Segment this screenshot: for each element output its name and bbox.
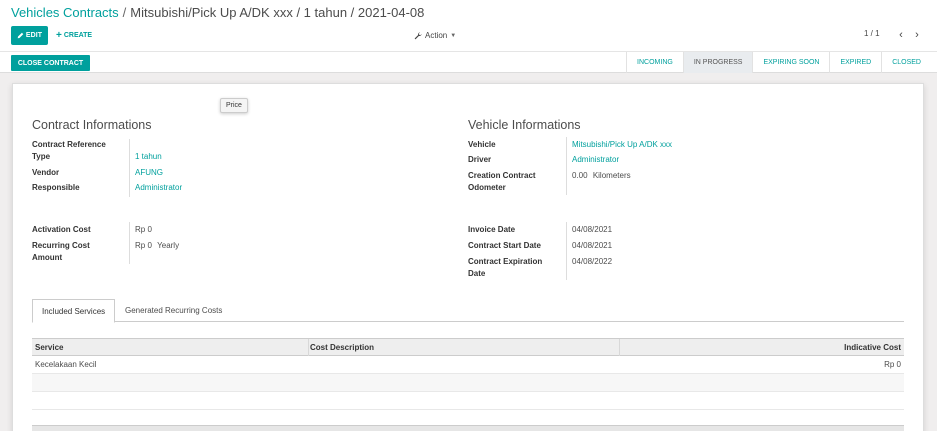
odometer-value: 0.00 Kilometers bbox=[572, 170, 631, 182]
service-cell: Kecelakaan Kecil bbox=[35, 360, 97, 369]
field-divider bbox=[566, 137, 567, 195]
odometer-amount: 0.00 bbox=[572, 171, 588, 180]
chevron-left-icon: ‹ bbox=[899, 29, 903, 41]
edit-button-label: EDIT bbox=[25, 32, 43, 39]
driver-label: Driver bbox=[468, 155, 492, 164]
activation-cost-label: Activation Cost bbox=[32, 225, 91, 234]
pager-value[interactable]: 1 / 1 bbox=[864, 29, 880, 38]
table-row[interactable]: Kecelakaan Kecil Rp 0 bbox=[32, 356, 904, 374]
contract-expiration-value: 04/08/2022 bbox=[572, 257, 613, 266]
table-footer bbox=[32, 425, 904, 431]
responsible-label: Responsible bbox=[32, 183, 80, 192]
field-divider bbox=[566, 222, 567, 280]
column-divider bbox=[619, 339, 620, 356]
driver-value[interactable]: Administrator bbox=[572, 154, 619, 166]
odometer-label: Creation Contract Odometer bbox=[468, 171, 536, 192]
recurring-cost-value: Rp 0 Yearly bbox=[135, 240, 179, 252]
invoice-date-label: Invoice Date bbox=[468, 225, 516, 234]
activation-cost-value: Rp 0 bbox=[135, 225, 152, 234]
services-table: Service Cost Description Indicative Cost… bbox=[32, 338, 904, 410]
breadcrumb: Vehicles Contracts / Mitsubishi/Pick Up A/… bbox=[11, 5, 424, 20]
vehicle-label: Vehicle bbox=[468, 140, 496, 149]
table-row-empty bbox=[32, 392, 904, 410]
stage-incoming[interactable]: INCOMING bbox=[626, 52, 683, 73]
close-contract-button[interactable]: CLOSE CONTRACT bbox=[11, 55, 90, 71]
breadcrumb-current: Mitsubishi/Pick Up A/DK xxx / 1 tahun / … bbox=[130, 5, 425, 20]
responsible-value[interactable]: Administrator bbox=[135, 182, 182, 194]
column-header-indicative-cost[interactable]: Indicative Cost bbox=[844, 339, 901, 356]
contract-start-value: 04/08/2021 bbox=[572, 241, 613, 250]
indicative-cost-cell: Rp 0 bbox=[884, 360, 901, 369]
control-panel: Vehicles Contracts / Mitsubishi/Pick Up A/… bbox=[0, 0, 937, 52]
field-divider bbox=[129, 222, 130, 264]
contract-type-label: Contract Reference Type bbox=[32, 140, 106, 161]
table-header: Service Cost Description Indicative Cost bbox=[32, 338, 904, 356]
contract-type-value[interactable]: 1 tahun bbox=[135, 151, 162, 163]
price-tooltip: Price bbox=[220, 98, 248, 113]
recurring-cost-label: Recurring Cost Amount bbox=[32, 241, 90, 262]
odometer-unit: Kilometers bbox=[592, 171, 631, 180]
contract-expiration-label: Contract Expiration Date bbox=[468, 257, 543, 278]
pencil-icon bbox=[17, 32, 24, 39]
action-dropdown-label: Action bbox=[425, 31, 448, 40]
column-header-service[interactable]: Service bbox=[35, 339, 63, 356]
recurring-cost-amount: Rp 0 bbox=[135, 241, 152, 250]
chevron-right-icon: › bbox=[915, 29, 919, 41]
stage-in-progress[interactable]: IN PROGRESS bbox=[682, 52, 753, 73]
column-divider bbox=[308, 339, 309, 356]
statusbar: CLOSE CONTRACT INCOMING IN PROGRESS EXPI… bbox=[0, 52, 937, 73]
field-divider bbox=[129, 139, 130, 197]
tab-included-services[interactable]: Included Services bbox=[32, 299, 116, 323]
stage-pipeline: INCOMING IN PROGRESS EXPIRING SOON EXPIR… bbox=[626, 52, 931, 73]
stage-closed[interactable]: CLOSED bbox=[881, 52, 931, 73]
vendor-value[interactable]: AFUNG bbox=[135, 167, 163, 179]
caret-down-icon: ▼ bbox=[450, 32, 457, 39]
action-dropdown[interactable]: Action ▼ bbox=[414, 29, 456, 42]
create-button[interactable]: + CREATE bbox=[56, 29, 92, 42]
edit-button[interactable]: EDIT bbox=[11, 26, 48, 45]
pager-previous-button[interactable]: ‹ bbox=[894, 27, 908, 43]
notebook-tabs: Included Services Generated Recurring Co… bbox=[32, 299, 904, 323]
invoice-date-value: 04/08/2021 bbox=[572, 225, 613, 234]
contract-start-label: Contract Start Date bbox=[468, 241, 541, 250]
wrench-icon bbox=[414, 31, 422, 39]
breadcrumb-separator: / bbox=[122, 5, 127, 20]
create-button-label: CREATE bbox=[63, 32, 93, 39]
table-row-empty bbox=[32, 374, 904, 392]
plus-icon: + bbox=[56, 29, 62, 41]
breadcrumb-parent-link[interactable]: Vehicles Contracts bbox=[11, 5, 119, 20]
stage-expiring-soon[interactable]: EXPIRING SOON bbox=[752, 52, 829, 73]
pager-next-button[interactable]: › bbox=[910, 27, 924, 43]
tab-generated-recurring-costs[interactable]: Generated Recurring Costs bbox=[116, 299, 231, 322]
recurring-cost-period: Yearly bbox=[157, 241, 180, 250]
contract-group-title: Contract Informations bbox=[32, 118, 152, 132]
stage-expired[interactable]: EXPIRED bbox=[829, 52, 881, 73]
vendor-label: Vendor bbox=[32, 168, 60, 177]
vehicle-value[interactable]: Mitsubishi/Pick Up A/DK xxx bbox=[572, 139, 672, 151]
column-header-cost-description[interactable]: Cost Description bbox=[310, 339, 374, 356]
vehicle-group-title: Vehicle Informations bbox=[468, 118, 581, 132]
